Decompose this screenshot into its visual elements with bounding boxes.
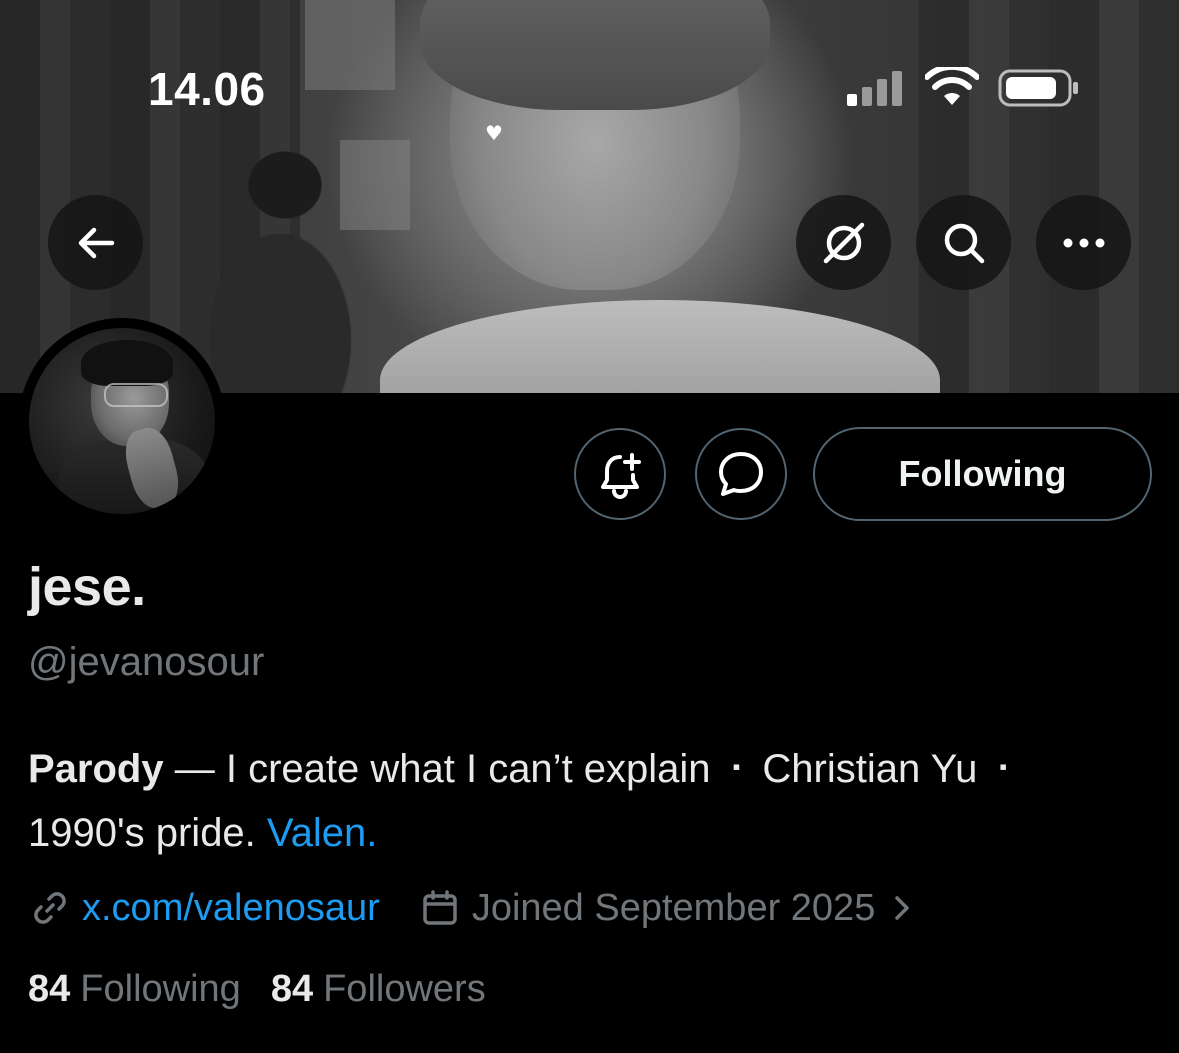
back-button[interactable]	[48, 195, 143, 290]
bio-text-3: 1990's pride.	[28, 811, 256, 856]
joined-date: Joined September 2025	[471, 886, 876, 929]
profile-bio: Parody — I create what I can’t explain ▪ C…	[28, 738, 1158, 864]
following-button[interactable]: Following	[813, 427, 1152, 521]
banner-window	[305, 0, 395, 90]
more-button[interactable]	[1036, 195, 1131, 290]
following-stat[interactable]: 84 Following	[28, 968, 241, 1011]
calendar-icon	[423, 890, 457, 925]
avatar-glasses	[104, 383, 168, 407]
following-count: 84	[28, 968, 71, 1010]
avatar-hair	[81, 340, 173, 386]
bio-text-1: I create what I can’t explain	[225, 747, 711, 791]
parody-label: Parody	[28, 747, 164, 791]
status-time: 14.06	[148, 63, 266, 115]
followers-count: 84	[270, 968, 314, 1010]
arrow-left-icon	[78, 227, 114, 258]
website-item[interactable]: x.com/valenosaur	[30, 887, 380, 930]
message-icon	[719, 452, 763, 496]
chevron-right-icon	[895, 896, 910, 920]
cellular-signal-icon	[847, 71, 902, 106]
bio-dash: —	[163, 747, 226, 791]
heart-icon: ♥	[485, 121, 503, 145]
bio-separator: ▪	[999, 754, 1008, 780]
banner-background-person	[180, 140, 380, 393]
battery-icon	[998, 69, 1078, 107]
profile-meta: x.com/valenosaur Joined September 2025	[30, 880, 913, 936]
website-link[interactable]: x.com/valenosaur	[82, 887, 380, 930]
banner-hair	[420, 0, 770, 110]
follow-stats: 84 Following 84 Followers	[28, 968, 486, 1011]
followers-label: Followers	[323, 968, 486, 1010]
bio-text-2: Christian Yu	[762, 747, 978, 791]
bio-separator: ▪	[732, 754, 741, 780]
notifications-button[interactable]	[574, 428, 666, 520]
display-name: jese.	[28, 557, 146, 617]
bio-link[interactable]: Valen.	[267, 811, 377, 855]
profile-page: ♥ 14.06 Following jese. @jevanosour Paro…	[0, 0, 1179, 1053]
avatar[interactable]	[29, 328, 215, 514]
followers-stat[interactable]: 84 Followers	[271, 968, 486, 1011]
joined-item[interactable]: Joined September 2025	[420, 887, 914, 930]
wifi-icon	[925, 67, 979, 105]
more-horizontal-icon	[1063, 238, 1104, 247]
link-icon	[34, 892, 66, 924]
bell-plus-icon	[601, 453, 641, 499]
grok-icon	[823, 222, 864, 263]
search-icon	[944, 223, 984, 263]
user-handle: @jevanosour	[28, 640, 265, 684]
following-label: Following	[80, 968, 241, 1010]
banner-shoulders	[380, 300, 940, 393]
grok-button[interactable]	[796, 195, 891, 290]
message-button[interactable]	[695, 428, 787, 520]
search-button[interactable]	[916, 195, 1011, 290]
